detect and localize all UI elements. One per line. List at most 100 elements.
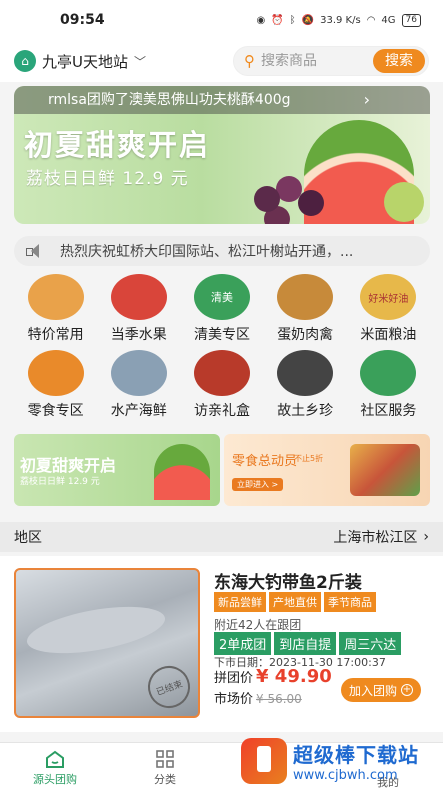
category-item-米面粮油[interactable]: 好米好油 米面粮油 [347,274,430,346]
download-site-logo-icon [241,738,287,784]
community-heart-icon [360,350,417,396]
ticker-text: rmlsa团购了澳美思佛山功夫桃酥400g [48,92,291,108]
banner-title: 初夏甜爽开启 [24,128,211,162]
location-icon[interactable]: ⌂ [14,50,36,72]
price-label: 拼团价 [214,671,254,686]
category-label: 蛋奶肉禽 [277,327,334,343]
region-value: 上海市松江区 [333,530,418,546]
promo-summer-fruit[interactable]: 初夏甜爽开启 荔枝日日鲜 12.9 元 [14,434,220,506]
chevron-right-icon: › [423,529,429,545]
chevron-down-icon[interactable]: ﹀ [134,53,146,70]
watermark-text: 超级棒下载站 www.cjbwh.com [293,739,419,783]
status-icons: ◉ ⏰ ᛒ 🔕 33.9 K/s ◠ 4G 76 [256,13,421,27]
ended-stamp: 已结束 [142,660,196,714]
category-item-零食专区[interactable]: 零食专区 [14,350,97,422]
group-tags: 2单成团 到店自提 周三六达 [214,632,402,655]
status-bar: 09:54 ◉ ⏰ ᛒ 🔕 33.9 K/s ◠ 4G 76 [0,0,443,40]
market-label: 市场价 [214,692,254,707]
notice-bar[interactable]: 热烈庆祝虹桥大印国际站、松江叶榭站开通，... [14,236,430,266]
tag: 2单成团 [214,632,272,655]
fruit-icon [110,274,167,320]
promo-snacks[interactable]: 零食总动员 不止5折 立即进入 > [224,434,430,506]
followers-count: 附近42人在跟团 [214,618,302,632]
tag: 产地直供 [269,592,321,612]
join-label: 加入团购 [348,683,397,698]
snack-icon [27,350,84,396]
category-item-当季水果[interactable]: 当季水果 [97,274,180,346]
tab-label: 源头团购 [33,772,77,786]
rice-oil-icon: 好米好油 [360,274,417,320]
qingmei-logo-icon: 清美 [193,274,250,320]
region-selector[interactable]: 上海市松江区 › [333,527,429,547]
network-speed: 33.9 K/s [320,14,361,26]
tab-category[interactable]: 分类 [110,743,220,793]
product-title: 东海大钓带鱼2斤装 [214,573,362,593]
tag: 季节商品 [324,592,376,612]
group-price: 拼团价 ¥ 49.90 [214,666,332,687]
promo-row: 初夏甜爽开启 荔枝日日鲜 12.9 元 零食总动员 不止5折 立即进入 > [14,434,430,506]
hero-banner[interactable]: rmlsa团购了澳美思佛山功夫桃酥400g › 初夏甜爽开启 荔枝日日鲜 12.… [14,86,430,224]
promo-subtitle: 不止5折 [294,454,324,463]
category-item-访亲礼盒[interactable]: 访亲礼盒 [180,350,263,422]
fish-icon [110,350,167,396]
search-input[interactable] [261,53,351,69]
bluetooth-icon: ᛒ [289,14,296,26]
speaker-icon [26,244,42,258]
category-label: 访亲礼盒 [193,403,250,419]
category-item-清美专区[interactable]: 清美 清美专区 [180,274,263,346]
category-label: 故土乡珍 [277,403,334,419]
tab-group-buy[interactable]: 源头团购 [0,743,110,793]
region-label: 地区 [14,530,42,546]
price-value: ¥ 49.90 [256,666,332,687]
grid-icon [156,749,174,768]
promo-subtitle: 荔枝日日鲜 12.9 元 [20,477,100,487]
market-price: 市场价 ¥ 56.00 [214,688,302,707]
category-item-特价常用[interactable]: 特价常用 [14,274,97,346]
alarm-icon: ⏰ [271,14,284,26]
search-bar[interactable]: ⚲ 搜索 [233,46,429,76]
search-icon: ⚲ [244,52,255,70]
category-label: 当季水果 [110,327,167,343]
group-buy-ticker: rmlsa团购了澳美思佛山功夫桃酥400g › [14,86,430,114]
hairtail-fish-image [23,598,169,662]
tag: 周三六达 [339,632,402,655]
product-tags: 新品尝鲜 产地直供 季节商品 [214,592,376,612]
header: ⌂ 九亭U天地站 ﹀ ⚲ 搜索 [0,40,443,82]
category-label: 零食专区 [27,403,84,419]
status-time: 09:54 [60,12,105,28]
network-type: 4G [381,14,396,26]
banner-subtitle: 荔枝日日鲜 12.9 元 [26,169,189,189]
promo-title: 初夏甜爽开启 [20,456,117,475]
watermark: 超级棒下载站 www.cjbwh.com [241,730,437,792]
category-item-水产海鲜[interactable]: 水产海鲜 [97,350,180,422]
watermark-url: www.cjbwh.com [293,768,398,783]
bayberry-image [254,186,280,212]
region-bar[interactable]: 地区 上海市松江区 › [0,522,443,552]
tag: 新品尝鲜 [214,592,266,612]
category-label: 清美专区 [193,327,250,343]
category-item-社区服务[interactable]: 社区服务 [347,350,430,422]
search-button[interactable]: 搜索 [373,49,425,73]
category-item-蛋奶肉禽[interactable]: 蛋奶肉禽 [264,274,347,346]
category-item-故土乡珍[interactable]: 故土乡珍 [264,350,347,422]
station-name[interactable]: 九亭U天地站 [42,51,128,72]
product-card[interactable]: 已结束 东海大钓带鱼2斤装 新品尝鲜 产地直供 季节商品 附近42人在跟团 2单… [0,556,443,732]
market-value: ¥ 56.00 [256,692,302,706]
join-group-button[interactable]: 加入团购 + [340,678,421,702]
watermelon-image [154,444,210,500]
lychee-image [384,182,424,222]
promo-enter-button[interactable]: 立即进入 > [232,478,284,491]
snacks-image [350,444,420,496]
tag: 到店自提 [274,632,337,655]
wifi-icon: ◠ [366,14,376,26]
category-label: 社区服务 [360,403,417,419]
plus-icon: + [401,684,413,696]
home-icon [46,750,64,768]
eye-icon: ◉ [256,14,266,26]
special-offer-icon [27,274,84,320]
watermark-title: 超级棒下载站 [293,743,419,767]
promo-title: 零食总动员 [232,454,298,469]
mute-icon: 🔕 [301,14,315,26]
product-image[interactable]: 已结束 [14,568,200,718]
tab-label: 分类 [154,772,176,786]
